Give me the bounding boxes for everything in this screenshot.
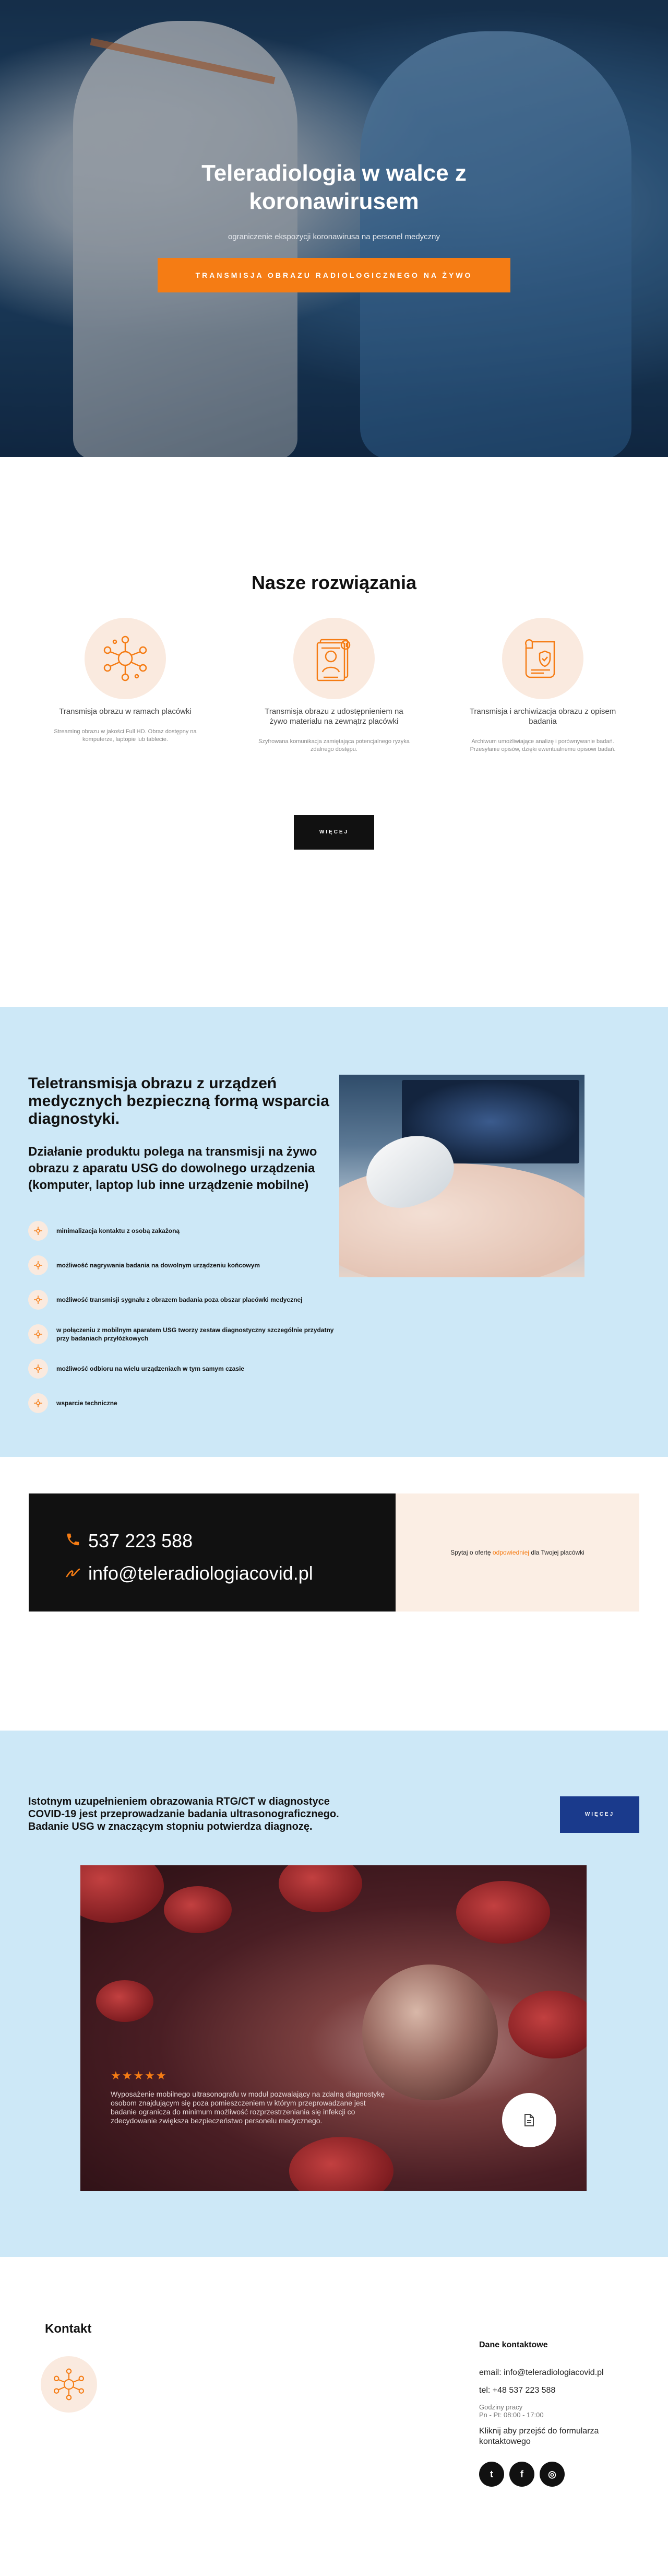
hero-subtitle: ograniczenie ekspozycji koronawirusa na … [228,232,440,241]
virus-particle [362,1965,498,2100]
email-address: info@teleradiologiacovid.pl [88,1562,313,1584]
solutions-section: Nasze rozwiązania Transmisja obrazu w ra… [0,457,668,1007]
solution-label: Transmisja obrazu z udostępnieniem na ży… [265,707,403,726]
list-item: możliwość nagrywania badania na dowolnym… [28,1254,341,1276]
social-links: t f ◎ [479,2462,651,2487]
footer-contact-heading: Dane kontaktowe [479,2340,548,2349]
phone-number: 537 223 588 [88,1530,193,1551]
solution-item: Transmisja obrazu w ramach placówki Stre… [47,618,204,754]
hero-title: Teleradiologia w walce z koronawirusem [201,160,467,214]
offer-text-prefix: Spytaj o ofertę [450,1549,491,1556]
blood-cell [279,1865,362,1912]
document-play-button[interactable] [502,2093,556,2147]
solution-description: Szyfrowana komunikacja zamiętająca poten… [258,738,410,752]
solution-description: Archiwum umożliwiające analizę i porówny… [470,738,616,752]
email-icon [65,1562,84,1584]
offer-text-accent: odpowiedniej [492,1549,529,1556]
list-item-text: wsparcie techniczne [56,1399,117,1407]
usg-text: Istotnym uzupełnieniem obrazowania RTG/C… [28,1796,339,1832]
offer-text-suffix: dla Twojej placówki [531,1549,584,1556]
footer-email[interactable]: email: info@teleradiologiacovid.pl [479,2368,651,2378]
list-item: w połączeniu z mobilnym aparatem USG two… [28,1323,341,1345]
solution-label: Transmisja obrazu w ramach placówki [59,707,192,716]
contact-strip: 537 223 588 info@teleradiologiacovid.pl … [29,1493,639,1612]
solution-label: Transmisja i archiwizacja obrazu z opise… [469,707,616,726]
footer: Kontakt Dane kontaktowe email: info@tele… [0,2257,668,2495]
teletransmission-section: Teletransmisja obrazu z urządzeń medyczn… [0,1007,668,1457]
teletransmission-text: Teletransmisja obrazu z urządzeń medyczn… [28,1075,341,1427]
footer-hours: Godziny pracy Pn - Pt: 08:00 - 17:00 [479,2403,651,2419]
footer-logo-icon [41,2356,97,2413]
footer-hours-label: Godziny pracy [479,2403,523,2411]
solution-item: Transmisja i archiwizacja obrazu z opise… [464,618,621,754]
list-item-text: możliwość odbioru na wielu urządzeniach … [56,1365,245,1372]
solution-item: Transmisja obrazu z udostępnieniem na ży… [256,618,412,754]
blood-cell [456,1881,550,1944]
list-item-text: możliwość nagrywania badania na dowolnym… [56,1262,260,1269]
ultrasound-photo [339,1075,584,1277]
features-list: minimalizacja kontaktu z osobą zakażoną … [28,1220,341,1414]
footer-phone[interactable]: tel: +48 537 223 588 [479,2385,651,2396]
bullet-icon [28,1255,48,1275]
usg-more-button[interactable]: WIĘCEJ [560,1796,639,1833]
solutions-more-button[interactable]: WIĘCEJ [294,815,374,850]
bullet-icon [28,1393,48,1413]
footer-hours-value: Pn - Pt: 08:00 - 17:00 [479,2411,544,2419]
list-item: minimalizacja kontaktu z osobą zakażoną [28,1220,341,1242]
secure-archive-icon [502,618,583,699]
offer-text: Spytaj o ofertę odpowiedniej dla Twojej … [450,1549,584,1556]
phone-icon [65,1530,84,1552]
email-row[interactable]: info@teleradiologiacovid.pl [65,1562,396,1584]
document-icon [524,2114,534,2126]
facebook-icon[interactable]: f [509,2462,534,2487]
blood-cell [80,1865,164,1923]
hero-content: Teleradiologia w walce z koronawirusem o… [0,159,668,292]
teletransmission-paragraph: Działanie produktu polega na transmisji … [28,1145,317,1192]
facebook-glyph: f [520,2468,523,2479]
list-item-text: minimalizacja kontaktu z osobą zakażoną [56,1227,180,1234]
offer-box: Spytaj o ofertę odpowiedniej dla Twojej … [396,1493,639,1612]
live-transmission-button[interactable]: TRANSMISJA OBRAZU RADIOLOGICZNEGO NA ŻYW… [158,258,510,292]
document-profile-icon [293,618,375,699]
bullet-icon [28,1221,48,1241]
usg-card-text: Wyposażenie mobilnego ultrasonografu w m… [111,2090,385,2125]
list-item: wsparcie techniczne [28,1392,341,1414]
network-nodes-icon [85,618,166,699]
rating-stars: ★★★★★ [111,2069,168,2082]
list-item: możliwość transmisji sygnału z obrazem b… [28,1289,341,1311]
contact-strip-dark: 537 223 588 info@teleradiologiacovid.pl [29,1493,396,1612]
blood-cell [508,1991,587,2059]
blood-cell [96,1980,153,2022]
blood-cell [164,1886,232,1933]
usg-section: Istotnym uzupełnieniem obrazowania RTG/C… [0,1731,668,2257]
twitter-icon[interactable]: t [479,2462,504,2487]
contact-form-link[interactable]: Kliknij aby przejść do formularza kontak… [479,2426,651,2447]
solution-description: Streaming obrazu w jakości Full HD. Obra… [54,728,197,743]
bullet-icon [28,1359,48,1379]
virus-video-card: ★★★★★ Wyposażenie mobilnego ultrasonogra… [80,1865,587,2191]
bullet-icon [28,1290,48,1310]
teletransmission-heading: Teletransmisja obrazu z urządzeń medyczn… [28,1075,329,1127]
instagram-icon[interactable]: ◎ [540,2462,565,2487]
footer-title: Kontakt [45,2322,92,2336]
list-item-text: w połączeniu z mobilnym aparatem USG two… [56,1326,334,1342]
bullet-icon [28,1324,48,1344]
footer-contact: Dane kontaktowe email: info@teleradiolog… [479,2340,651,2487]
twitter-glyph: t [490,2468,493,2479]
instagram-glyph: ◎ [548,2468,556,2479]
phone-row[interactable]: 537 223 588 [65,1530,396,1552]
solutions-title: Nasze rozwiązania [251,572,417,593]
solutions-grid: Transmisja obrazu w ramach placówki Stre… [47,618,621,754]
hero-section: Teleradiologia w walce z koronawirusem o… [0,0,668,457]
list-item: możliwość odbioru na wielu urządzeniach … [28,1358,341,1380]
blood-cell [289,2137,393,2191]
list-item-text: możliwość transmisji sygnału z obrazem b… [56,1296,303,1303]
